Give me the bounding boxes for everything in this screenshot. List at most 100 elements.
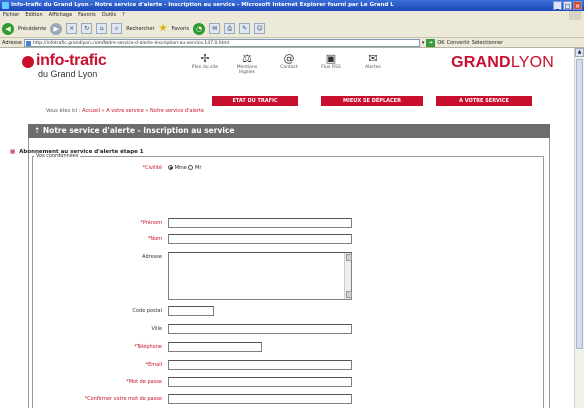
civilite-mr-radio[interactable]: [188, 165, 194, 170]
menu-fichier[interactable]: Fichier: [3, 11, 19, 20]
nav-contact[interactable]: @ Contact: [272, 52, 306, 75]
telephone-label: *Téléphone: [134, 344, 162, 350]
scroll-up-icon[interactable]: ▲: [575, 48, 584, 57]
confirm-password-field[interactable]: [168, 394, 352, 404]
panel-arrow-icon: ⇡: [34, 126, 43, 135]
tab-etat-du-trafic[interactable]: ETAT DU TRAFIC: [212, 96, 298, 106]
page-content: info-trafic du Grand Lyon ✢ Plan du site…: [0, 48, 574, 408]
browser-toolbar: ◀ Précédente ▶ × ↻ ⌂ ⌕ Rechercher ★ Favo…: [0, 20, 584, 38]
civilite-mme-label[interactable]: Mme: [175, 165, 187, 171]
window-titlebar: Info-trafic du Grand Lyon - Notre servic…: [0, 0, 584, 11]
sitemap-icon: ✢: [200, 52, 210, 65]
civilite-mme-radio[interactable]: [168, 165, 173, 170]
back-icon[interactable]: ◀: [2, 22, 14, 35]
menu-favoris[interactable]: Favoris: [78, 11, 96, 20]
brand-part2: LYON: [510, 54, 554, 71]
email-field[interactable]: [168, 360, 352, 370]
edit-icon[interactable]: ✎: [239, 23, 251, 34]
grandlyon-logo[interactable]: GRANDLYON: [451, 54, 554, 72]
window-controls: _ □ ×: [553, 1, 582, 10]
contact-icon: @: [283, 52, 295, 65]
adresse-textarea[interactable]: [168, 252, 352, 300]
ie-icon: [2, 2, 9, 9]
ok-label[interactable]: OK: [437, 40, 444, 46]
page-scrollbar[interactable]: ▲: [574, 48, 584, 408]
adresse-label: Adresse: [142, 254, 162, 260]
fieldset-legend: Vos coordonnées: [34, 153, 81, 159]
logo-line1: info-trafic: [36, 52, 107, 69]
nom-label: *Nom: [147, 236, 162, 242]
search-label[interactable]: Rechercher: [126, 26, 154, 32]
menubar: Fichier Edition Affichage Favoris Outils…: [0, 11, 584, 20]
address-url: http://infotrafic.grandlyon.com/Notre-se…: [32, 40, 229, 46]
converter-label[interactable]: Convertir: [447, 40, 470, 46]
prenom-field[interactable]: [168, 218, 352, 228]
password-label: *Mot de passe: [126, 379, 162, 385]
select-label[interactable]: Sélectionner: [472, 40, 503, 46]
close-button[interactable]: ×: [573, 1, 582, 10]
telephone-field[interactable]: [168, 342, 262, 352]
tab-mieux-se-deplacer[interactable]: MIEUX SE DÉPLACER: [321, 96, 423, 106]
nav-label: Flux RSS: [321, 65, 341, 70]
textarea-scrollbar[interactable]: [344, 253, 352, 299]
stop-icon[interactable]: ×: [66, 23, 78, 34]
breadcrumb-item-service[interactable]: A votre service: [106, 108, 144, 114]
minimize-button[interactable]: _: [553, 1, 562, 10]
site-header: info-trafic du Grand Lyon ✢ Plan du site…: [0, 48, 574, 94]
panel-title: Notre service d'alerte - Inscription au …: [42, 126, 235, 135]
messenger-icon[interactable]: ☺: [254, 23, 266, 34]
forward-icon[interactable]: ▶: [50, 22, 63, 35]
menu-affichage[interactable]: Affichage: [49, 11, 73, 20]
go-button[interactable]: ➜: [426, 38, 436, 47]
nav-sitemap[interactable]: ✢ Plan du site: [188, 52, 222, 75]
page-icon: [25, 40, 31, 46]
refresh-icon[interactable]: ↻: [81, 23, 93, 34]
alert-icon: ✉: [368, 52, 378, 65]
nav-alerts[interactable]: ✉ Alertes: [356, 52, 390, 75]
code-postal-label: Code postal: [132, 308, 162, 314]
menu-outils[interactable]: Outils: [102, 11, 116, 20]
scroll-thumb[interactable]: [576, 59, 583, 349]
breadcrumb-item-accueil[interactable]: Accueil: [82, 108, 100, 114]
address-dropdown-icon[interactable]: ▾: [422, 40, 425, 46]
main-tabs: ETAT DU TRAFIC MIEUX SE DÉPLACER A VOTRE…: [212, 96, 532, 106]
address-bar: Adresse http://infotrafic.grandlyon.com/…: [0, 38, 584, 48]
mail-icon[interactable]: ✉: [209, 23, 221, 34]
favorites-icon[interactable]: ★: [159, 23, 168, 34]
breadcrumb-item-alerte[interactable]: Notre service d'alerte: [150, 108, 204, 114]
breadcrumb: Vous êtes ici : Accueil » A votre servic…: [46, 108, 204, 114]
nav-label: Mentions légales: [236, 65, 258, 75]
civilite-options: Mme Mr: [168, 165, 201, 171]
address-input[interactable]: http://infotrafic.grandlyon.com/Notre-se…: [23, 38, 420, 47]
email-label: *Email: [145, 362, 162, 368]
prenom-label: *Prénom: [140, 220, 162, 226]
breadcrumb-separator: »: [101, 108, 105, 114]
nav-legal[interactable]: ⚖ Mentions légales: [230, 52, 264, 75]
top-navigation: ✢ Plan du site ⚖ Mentions légales @ Cont…: [188, 52, 390, 75]
nav-rss[interactable]: ▣ Flux RSS: [314, 52, 348, 75]
nom-field[interactable]: [168, 234, 352, 244]
menu-help[interactable]: ?: [122, 11, 125, 20]
code-postal-field[interactable]: [168, 306, 214, 316]
brand-part1: GRAND: [451, 54, 511, 71]
maximize-button[interactable]: □: [563, 1, 572, 10]
history-icon[interactable]: ◔: [193, 22, 206, 35]
ville-label: Ville: [151, 326, 162, 332]
search-icon[interactable]: ⌕: [111, 23, 123, 34]
home-icon[interactable]: ⌂: [96, 23, 108, 34]
back-label[interactable]: Précédente: [18, 26, 46, 32]
legal-icon: ⚖: [242, 52, 252, 65]
tab-a-votre-service[interactable]: A VOTRE SERVICE: [436, 96, 532, 106]
print-icon[interactable]: ⎙: [224, 23, 236, 34]
ville-field[interactable]: [168, 324, 352, 334]
password-field[interactable]: [168, 377, 352, 387]
logo-mark-icon: [22, 56, 34, 68]
nav-label: Plan du site: [191, 65, 219, 70]
nav-label: Contact: [280, 65, 298, 70]
menu-edition[interactable]: Edition: [25, 11, 42, 20]
window-title: Info-trafic du Grand Lyon - Notre servic…: [11, 2, 394, 8]
logo-line2: du Grand Lyon: [38, 69, 98, 79]
favorites-label[interactable]: Favoris: [172, 26, 190, 32]
civilite-mr-label[interactable]: Mr: [195, 165, 201, 171]
address-label: Adresse: [2, 39, 22, 46]
